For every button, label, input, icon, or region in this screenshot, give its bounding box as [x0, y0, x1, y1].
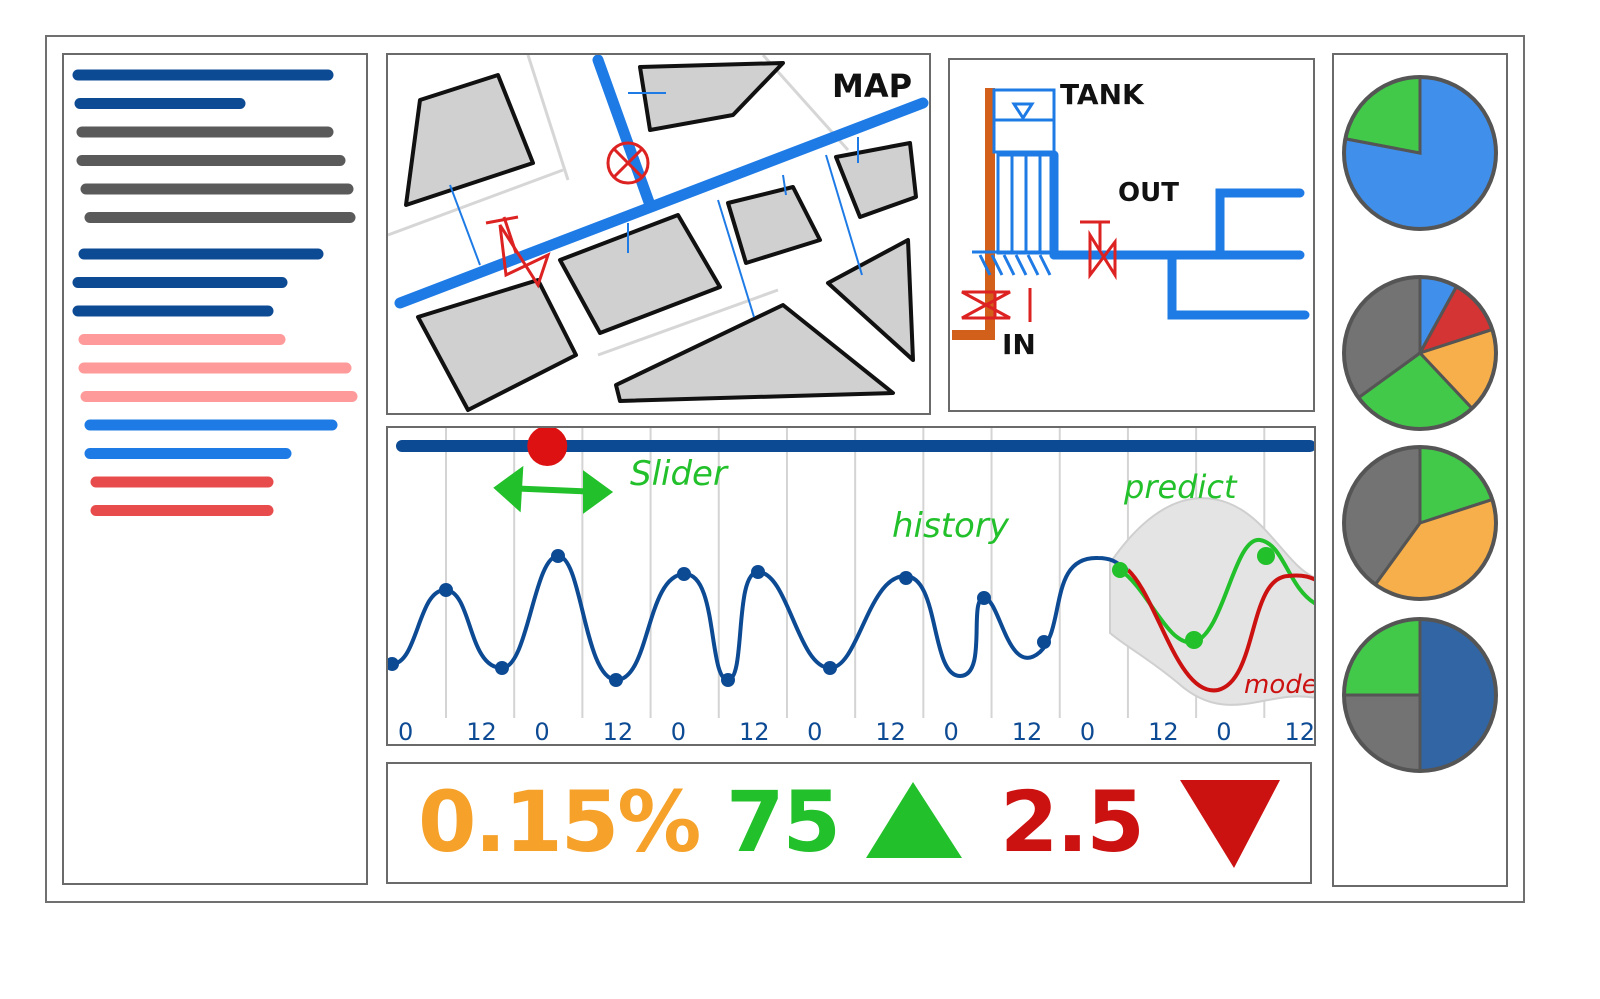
- history-point: [751, 565, 765, 579]
- tick-label: 12: [466, 718, 497, 746]
- map-panel[interactable]: MAP: [386, 53, 931, 415]
- history-label: history: [892, 506, 1009, 546]
- history-point: [677, 567, 691, 581]
- model-label: model: [1244, 670, 1314, 700]
- predict-point: [1185, 631, 1203, 649]
- history-point: [388, 657, 399, 671]
- tick-label: 0: [671, 718, 686, 746]
- tick-label: 12: [1012, 718, 1043, 746]
- map-block: [726, 185, 822, 265]
- tick-label: 0: [1080, 718, 1095, 746]
- history-point: [439, 583, 453, 597]
- predict-label: predict: [1124, 468, 1237, 506]
- history-point: [823, 661, 837, 675]
- tick-label: 0: [807, 718, 822, 746]
- tick-label: 12: [875, 718, 906, 746]
- sidebar-panel: [62, 53, 368, 885]
- map-block: [834, 141, 918, 219]
- history-point: [495, 661, 509, 675]
- predict-point: [1257, 547, 1275, 565]
- tank-title: TANK: [1060, 78, 1144, 111]
- map-block: [638, 61, 785, 132]
- rate-kpi: 0.15%: [418, 773, 701, 871]
- history-point: [899, 571, 913, 585]
- tick-label: 0: [398, 718, 413, 746]
- history-point: [1037, 635, 1051, 649]
- outlet-valve-icon[interactable]: [1080, 220, 1117, 281]
- slider-arrow-icon: [493, 465, 614, 514]
- tank-panel[interactable]: TANK OUT IN: [948, 58, 1315, 412]
- tick-label: 12: [1148, 718, 1179, 746]
- inlet-valve-icon[interactable]: [961, 288, 1032, 322]
- history-point: [977, 591, 991, 605]
- timeline-panel[interactable]: 0 12 0 12 0 12 0 12 0 12 0 12 0 12 Slider history pre…: [386, 426, 1316, 746]
- trend-down-icon: [1180, 780, 1280, 868]
- history-point: [609, 673, 623, 687]
- map-block: [404, 73, 535, 207]
- pie-charts: [1342, 75, 1498, 773]
- map-drawing: [388, 55, 929, 412]
- tick-label: 12: [1285, 718, 1316, 746]
- predict-point: [1112, 562, 1128, 578]
- map-title: MAP: [832, 67, 913, 105]
- sidebar-lines: [72, 69, 358, 516]
- count-kpi: 75: [726, 773, 841, 871]
- history-point: [551, 549, 565, 563]
- slider-handle[interactable]: [527, 428, 568, 466]
- map-block: [416, 278, 578, 412]
- tank-out-label: OUT: [1118, 178, 1179, 208]
- tick-label: 0: [944, 718, 959, 746]
- tank-in-label: IN: [1002, 328, 1036, 361]
- tick-label: 0: [1216, 718, 1231, 746]
- tick-label: 12: [739, 718, 770, 746]
- slider-label: Slider: [630, 454, 727, 494]
- trend-up-icon: [866, 782, 962, 858]
- map-block: [826, 238, 915, 362]
- delta-kpi: 2.5: [1000, 773, 1145, 871]
- pie-panel: [1332, 53, 1508, 887]
- map-block: [614, 303, 895, 403]
- tick-label: 12: [603, 718, 634, 746]
- tick-label: 0: [534, 718, 549, 746]
- history-point: [721, 673, 735, 687]
- pie-slice[interactable]: [1418, 617, 1498, 773]
